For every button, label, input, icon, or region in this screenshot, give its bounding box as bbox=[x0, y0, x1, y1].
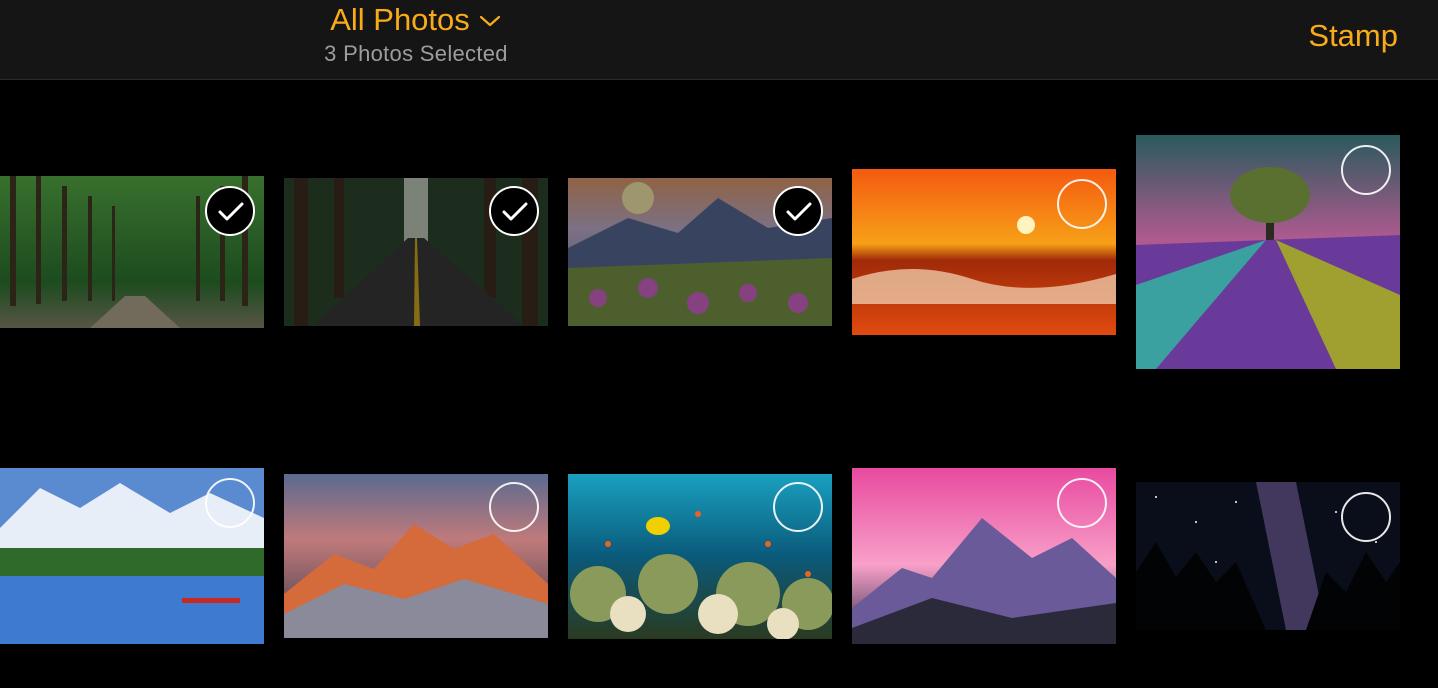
selection-circle-icon[interactable] bbox=[1057, 478, 1107, 528]
album-picker[interactable]: All Photos 3 Photos Selected bbox=[300, 0, 532, 80]
album-title: All Photos bbox=[330, 2, 470, 37]
photo-tile-redwood-road[interactable] bbox=[284, 178, 548, 326]
selection-circle-icon[interactable] bbox=[773, 482, 823, 532]
photo-tile-sunset-peaks[interactable] bbox=[284, 474, 548, 638]
photo-tile-milky-way-forest[interactable] bbox=[1136, 482, 1400, 630]
navigation-bar: All Photos 3 Photos Selected Stamp bbox=[0, 0, 1438, 80]
selection-circle-icon[interactable] bbox=[1057, 179, 1107, 229]
checkmark-icon[interactable] bbox=[489, 186, 539, 236]
selection-circle-icon[interactable] bbox=[489, 482, 539, 532]
album-title-row[interactable]: All Photos bbox=[330, 2, 502, 38]
chevron-down-icon bbox=[479, 15, 500, 27]
selection-circle-icon[interactable] bbox=[1341, 492, 1391, 542]
stamp-button[interactable]: Stamp bbox=[1308, 16, 1398, 56]
selection-count: 3 Photos Selected bbox=[324, 41, 508, 66]
photo-tile-mountain-lake-canoe[interactable] bbox=[0, 468, 264, 644]
photo-tile-lavender-field-tree[interactable] bbox=[1136, 135, 1400, 369]
photo-tile-ocean-sunset-wave[interactable] bbox=[852, 169, 1116, 335]
photo-tile-coral-reef[interactable] bbox=[568, 474, 832, 639]
checkmark-icon[interactable] bbox=[205, 186, 255, 236]
photo-tile-forest-path[interactable] bbox=[0, 176, 264, 328]
checkmark-icon[interactable] bbox=[773, 186, 823, 236]
selection-circle-icon[interactable] bbox=[1341, 145, 1391, 195]
selection-circle-icon[interactable] bbox=[205, 478, 255, 528]
photo-tile-pink-sky-mountains[interactable] bbox=[852, 468, 1116, 644]
photo-tile-mountain-flowers-sunrise[interactable] bbox=[568, 178, 832, 326]
